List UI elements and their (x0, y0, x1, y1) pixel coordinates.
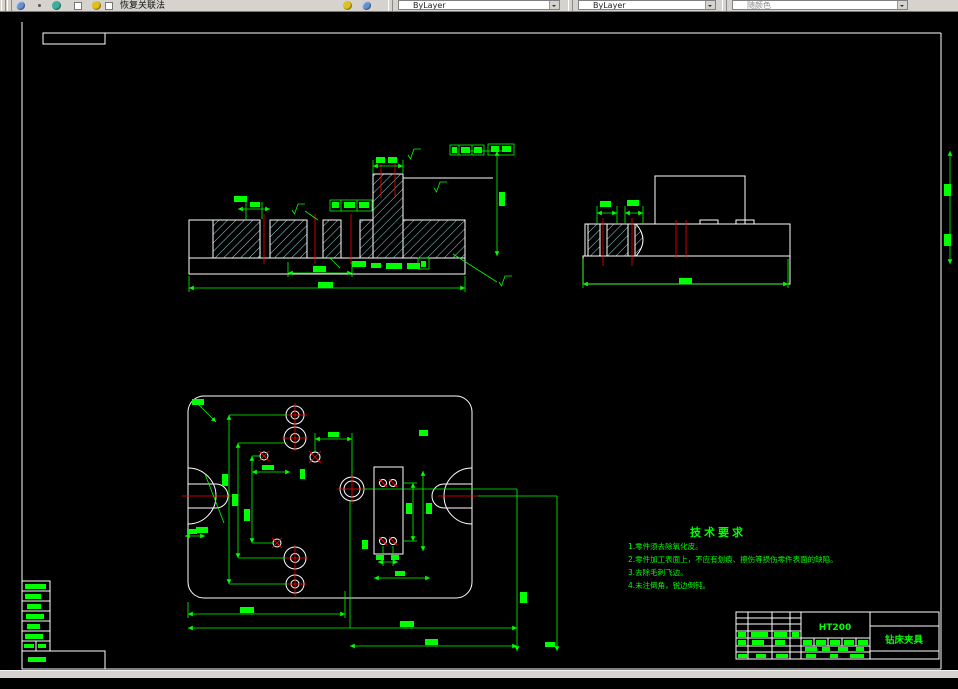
pencil-icon[interactable] (343, 1, 352, 10)
tech-requirement-item: 4.未注倒角，锐边倒钝。 (628, 581, 711, 590)
material-label: HT200 (819, 623, 851, 633)
toolbar-grip[interactable] (722, 0, 727, 11)
tech-requirement-item: 2.零件加工表面上，不应有划痕、擦伤等损伤零件表面的缺陷。 (628, 555, 838, 564)
chevron-down-icon (897, 1, 907, 9)
title-block: HT200 钻床夹具 (735, 611, 940, 660)
toolbar-grip[interactable] (568, 0, 573, 11)
tech-requirements-title: 技术要求 (690, 526, 746, 539)
plot-style-combo: 随颜色 (732, 0, 908, 10)
bulb-icon[interactable] (92, 1, 101, 10)
plan-view (182, 395, 560, 651)
linetype-combo-value: ByLayer (593, 1, 626, 10)
part-name-label: 钻床夹具 (885, 634, 924, 646)
toolbar-grip[interactable] (7, 0, 12, 11)
toolbar-grip[interactable] (1, 0, 6, 11)
tech-requirement-item: 3.去除毛刺飞边。 (628, 568, 688, 577)
layers-icon[interactable] (52, 1, 61, 10)
front-section-view (188, 143, 953, 292)
dot-icon[interactable] (38, 4, 41, 7)
side-view (582, 175, 791, 288)
color-combo[interactable]: ByLayer (398, 0, 560, 10)
checkbox-icon[interactable] (105, 2, 113, 10)
globe-icon[interactable] (16, 1, 25, 10)
tech-requirements: 技术要求 1.零件须去除氧化皮。 2.零件加工表面上，不应有划痕、擦伤等损伤零件… (628, 524, 958, 592)
chevron-down-icon[interactable] (705, 1, 715, 9)
revision-table (21, 580, 106, 670)
chevron-down-icon[interactable] (549, 1, 559, 9)
sphere-icon[interactable] (362, 1, 371, 10)
toolbar-mode-label: 恢复关联法 (120, 1, 166, 11)
linetype-combo[interactable]: ByLayer (578, 0, 716, 10)
checkbox-icon[interactable] (74, 2, 82, 10)
toolbar-grip[interactable] (388, 0, 393, 11)
color-combo-value: ByLayer (413, 1, 446, 10)
toolbar: 恢复关联法 ByLayer ByLayer 随颜色 (0, 0, 958, 12)
tech-requirement-item: 1.零件须去除氧化皮。 (628, 542, 703, 551)
plot-style-combo-value: 随颜色 (747, 1, 771, 10)
